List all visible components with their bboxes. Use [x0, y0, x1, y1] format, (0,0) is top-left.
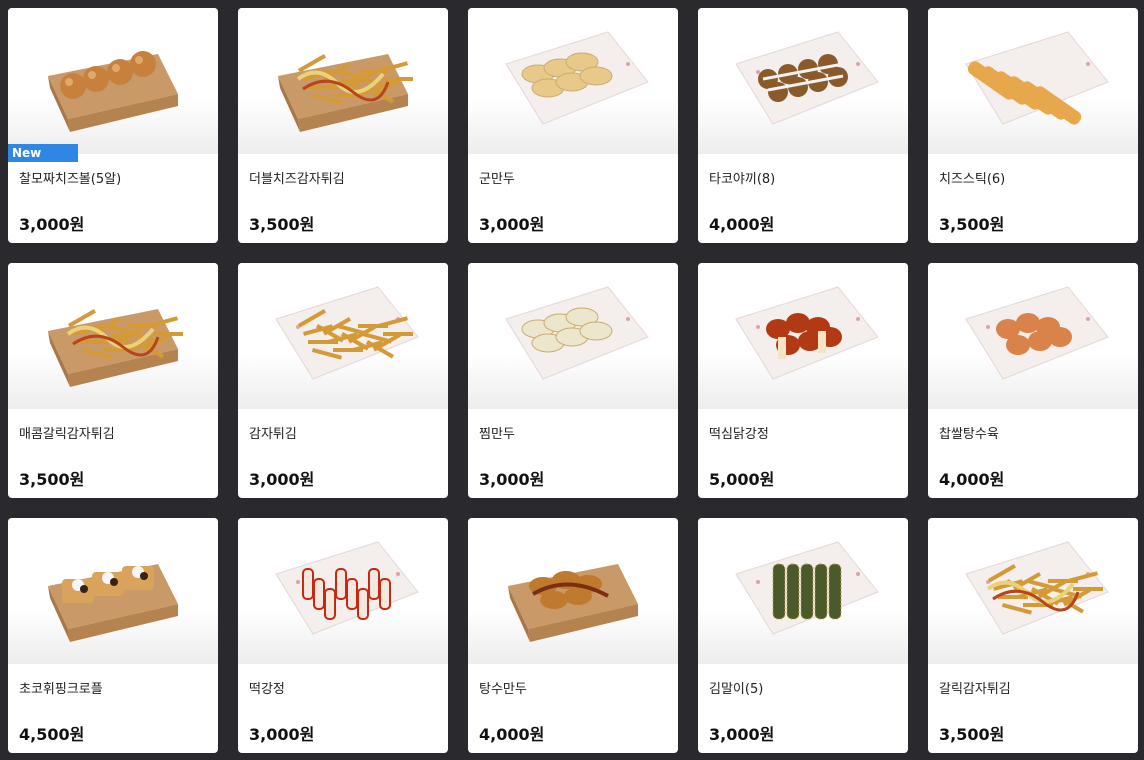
- menu-item-thumbnail: [928, 8, 1138, 154]
- sweet-sour-pork-icon: [965, 285, 1109, 380]
- cheese-sticks-icon: [965, 30, 1109, 125]
- cheese-fries-icon: [278, 53, 413, 132]
- steamed-dumplings-icon: [505, 285, 649, 380]
- menu-item-thumbnail: New: [8, 8, 218, 162]
- menu-item-price: 3,000원: [19, 215, 85, 234]
- menu-item-price: 3,000원: [479, 470, 545, 489]
- menu-item-price: 3,000원: [249, 470, 315, 489]
- menu-item-card[interactable]: 매콤갈릭감자튀김 3,500원: [8, 263, 218, 498]
- takoyaki-icon: [735, 30, 879, 125]
- menu-item-price: 3,500원: [19, 470, 85, 489]
- menu-item-card[interactable]: 군만두 3,000원: [468, 8, 678, 243]
- choco-croffle-icon: [48, 563, 178, 642]
- menu-item-name: 치즈스틱(6): [939, 172, 1006, 187]
- menu-item-card[interactable]: 갈릭감자튀김 3,500원: [928, 518, 1138, 753]
- menu-item-thumbnail: [468, 8, 678, 154]
- menu-item-card[interactable]: 치즈스틱(6) 3,500원: [928, 8, 1138, 243]
- menu-item-card[interactable]: 김말이(5) 3,000원: [698, 518, 908, 753]
- cheese-balls-icon: [48, 50, 178, 132]
- menu-item-card[interactable]: 찹쌀탕수육 4,000원: [928, 263, 1138, 498]
- seaweed-rolls-icon: [735, 540, 879, 635]
- menu-item-price: 4,000원: [709, 215, 775, 234]
- menu-item-card[interactable]: 타코야끼(8) 4,000원: [698, 8, 908, 243]
- fried-dumplings-icon: [505, 30, 649, 125]
- menu-item-name: 떡강정: [249, 682, 285, 697]
- menu-item-name: 갈릭감자튀김: [939, 682, 1011, 697]
- menu-item-card[interactable]: 떡강정 3,000원: [238, 518, 448, 753]
- sweet-chicken-icon: [735, 285, 879, 380]
- menu-item-price: 3,500원: [939, 725, 1005, 744]
- menu-item-name: 감자튀김: [249, 427, 297, 442]
- sweet-sour-dumplings-icon: [508, 563, 638, 642]
- menu-item-thumbnail: [238, 8, 448, 154]
- menu-item-name: 김말이(5): [709, 682, 764, 697]
- menu-item-card[interactable]: 초코휘핑크로플 4,500원: [8, 518, 218, 753]
- menu-item-name: 찜만두: [479, 427, 515, 442]
- menu-item-price: 3,500원: [939, 215, 1005, 234]
- menu-item-price: 4,500원: [19, 725, 85, 744]
- menu-item-thumbnail: [238, 518, 448, 664]
- menu-item-card[interactable]: 더블치즈감자튀김 3,500원: [238, 8, 448, 243]
- menu-item-thumbnail: [8, 263, 218, 409]
- menu-item-price: 5,000원: [709, 470, 775, 489]
- menu-item-name: 타코야끼(8): [709, 172, 776, 187]
- menu-item-thumbnail: [928, 518, 1138, 664]
- menu-item-thumbnail: [468, 518, 678, 664]
- menu-item-card[interactable]: New 찰모짜치즈볼(5알) 3,000원: [8, 8, 218, 243]
- menu-item-price: 4,000원: [479, 725, 545, 744]
- menu-item-price: 3,000원: [249, 725, 315, 744]
- menu-item-name: 더블치즈감자튀김: [249, 172, 345, 187]
- french-fries-icon: [275, 285, 419, 380]
- menu-item-price: 3,500원: [249, 215, 315, 234]
- menu-item-thumbnail: [468, 263, 678, 409]
- menu-item-name: 찹쌀탕수육: [939, 427, 999, 442]
- menu-item-name: 군만두: [479, 172, 515, 187]
- menu-item-name: 초코휘핑크로플: [19, 682, 103, 697]
- menu-item-price: 4,000원: [939, 470, 1005, 489]
- menu-item-price: 3,000원: [709, 725, 775, 744]
- menu-item-card[interactable]: 찜만두 3,000원: [468, 263, 678, 498]
- menu-item-name: 매콤갈릭감자튀김: [19, 427, 115, 442]
- menu-item-thumbnail: [698, 518, 908, 664]
- new-badge: New: [8, 144, 78, 162]
- menu-grid: New 찰모짜치즈볼(5알) 3,000원 더블치즈감자튀김 3,500원 군만두 3,00…: [8, 8, 1138, 753]
- menu-item-card[interactable]: 탕수만두 4,000원: [468, 518, 678, 753]
- menu-item-card[interactable]: 감자튀김 3,000원: [238, 263, 448, 498]
- garlic-fries-icon: [965, 540, 1109, 635]
- menu-item-thumbnail: [698, 8, 908, 154]
- rice-cake-icon: [275, 540, 419, 635]
- spicy-garlic-fries-icon: [48, 308, 183, 387]
- menu-item-card[interactable]: 떡심닭강정 5,000원: [698, 263, 908, 498]
- menu-item-name: 탕수만두: [479, 682, 527, 697]
- menu-item-price: 3,000원: [479, 215, 545, 234]
- menu-item-thumbnail: [8, 518, 218, 664]
- menu-item-thumbnail: [928, 263, 1138, 409]
- menu-item-thumbnail: [698, 263, 908, 409]
- menu-item-name: 떡심닭강정: [709, 427, 769, 442]
- menu-item-name: 찰모짜치즈볼(5알): [19, 172, 122, 187]
- menu-item-thumbnail: [238, 263, 448, 409]
